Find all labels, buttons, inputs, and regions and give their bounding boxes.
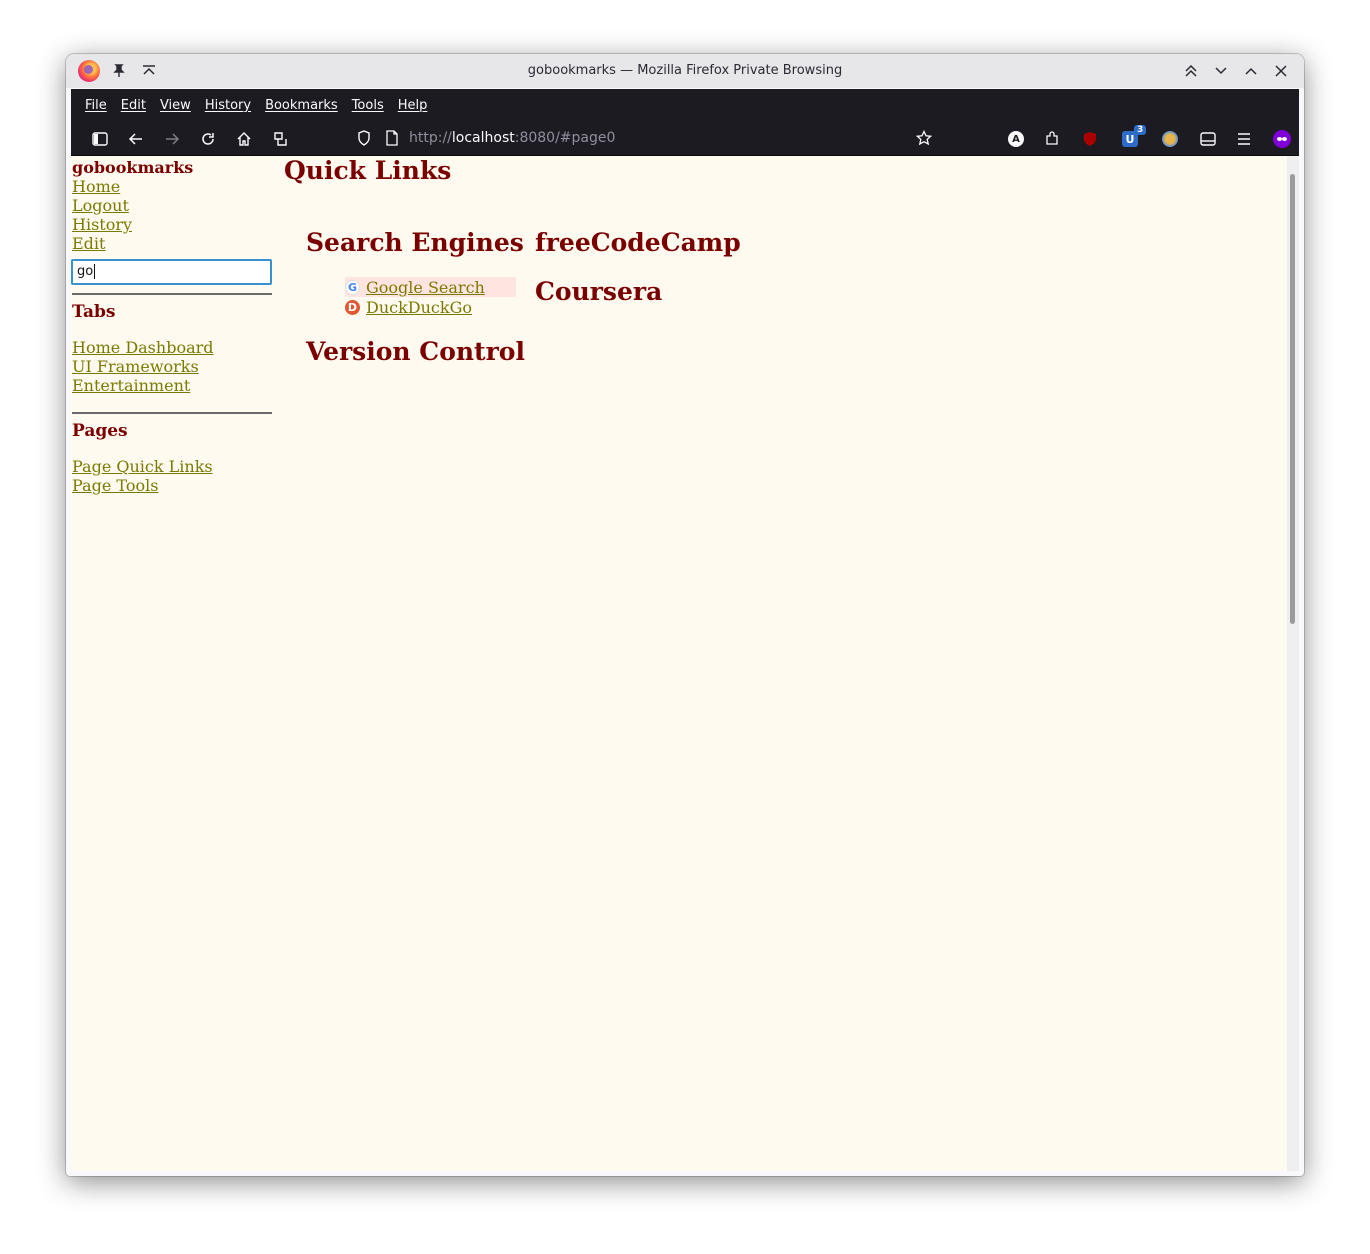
url-bar[interactable]: http://localhost:8080/#page0 <box>351 124 941 153</box>
bookmark-link-google-search[interactable]: Google Search <box>366 278 485 297</box>
menu-file[interactable]: File <box>78 98 114 113</box>
tab-link-entertainment[interactable]: Entertainment <box>72 376 190 395</box>
minimize-icon[interactable] <box>1210 60 1232 82</box>
reader-view-icon[interactable] <box>1195 126 1221 152</box>
pages-heading: Pages <box>72 421 128 441</box>
google-icon: G <box>345 279 360 295</box>
browser-window: gobookmarks — Mozilla Firefox Private Br… <box>66 54 1304 1176</box>
tab-link-ui-frameworks[interactable]: UI Frameworks <box>72 357 199 376</box>
nav-link-history[interactable]: History <box>72 215 132 234</box>
menu-bar: File Edit View History Bookmarks Tools H… <box>71 89 1299 121</box>
home-icon[interactable] <box>231 126 257 152</box>
sidebar-divider <box>72 293 272 295</box>
scrollbar-thumb[interactable] <box>1290 174 1295 624</box>
forward-icon[interactable] <box>159 126 185 152</box>
menu-bookmarks[interactable]: Bookmarks <box>258 98 345 113</box>
site-brand: gobookmarks <box>72 158 194 177</box>
search-input-value: go <box>77 264 94 279</box>
private-browsing-mask-icon <box>1269 126 1295 152</box>
nav-link-edit[interactable]: Edit <box>72 234 105 253</box>
screenshot-icon[interactable] <box>267 126 293 152</box>
menu-view[interactable]: View <box>153 98 198 113</box>
duckduckgo-icon: D <box>345 299 360 315</box>
ublock-origin-icon[interactable] <box>1077 126 1103 152</box>
text-caret <box>94 264 96 279</box>
maximize-icon[interactable] <box>1240 60 1262 82</box>
window-title: gobookmarks — Mozilla Firefox Private Br… <box>527 63 843 78</box>
page-content: gobookmarks Home Logout History Edit go … <box>71 156 1287 1171</box>
nav-link-home[interactable]: Home <box>72 177 120 196</box>
bitwarden-extension-icon[interactable]: U 3 <box>1117 125 1147 152</box>
category-title-freecodecamp: freeCodeCamp <box>535 228 741 257</box>
globe-extension-icon[interactable] <box>1157 126 1183 152</box>
navigation-toolbar: http://localhost:8080/#page0 A U 3 <box>71 121 1299 156</box>
title-bar: gobookmarks — Mozilla Firefox Private Br… <box>66 54 1304 88</box>
bookmark-link-duckduckgo[interactable]: DuckDuckGo <box>366 298 472 317</box>
page-link-tools[interactable]: Page Tools <box>72 476 158 495</box>
url-text[interactable]: http://localhost:8080/#page0 <box>409 130 615 146</box>
search-input[interactable]: go <box>71 259 272 285</box>
url-host: localhost <box>451 130 515 146</box>
hamburger-menu-icon[interactable] <box>1231 126 1257 152</box>
bookmark-item[interactable]: G Google Search <box>345 277 516 297</box>
nav-link-logout[interactable]: Logout <box>72 196 129 215</box>
page-info-icon[interactable] <box>379 125 405 151</box>
tabs-heading: Tabs <box>72 302 116 322</box>
account-extension-icon[interactable]: A <box>1003 126 1029 152</box>
bookmark-item[interactable]: D DuckDuckGo <box>345 297 516 317</box>
vertical-scrollbar[interactable] <box>1287 156 1299 1171</box>
tracking-protection-shield-icon[interactable] <box>351 125 377 151</box>
close-icon[interactable] <box>1270 60 1292 82</box>
sidebar-toggle-icon[interactable] <box>87 126 113 152</box>
sidebar-divider <box>72 412 272 414</box>
menu-edit[interactable]: Edit <box>114 98 153 113</box>
extensions-puzzle-icon[interactable] <box>1039 126 1065 152</box>
menu-tools[interactable]: Tools <box>345 98 391 113</box>
category-title-search-engines: Search Engines <box>306 228 524 257</box>
tab-link-home-dashboard[interactable]: Home Dashboard <box>72 338 214 357</box>
menu-history[interactable]: History <box>198 98 258 113</box>
menu-help[interactable]: Help <box>391 98 435 113</box>
extension-badge-count: 3 <box>1134 125 1147 135</box>
page-link-quick-links[interactable]: Page Quick Links <box>72 457 213 476</box>
url-scheme: http:// <box>409 130 452 146</box>
url-path: :8080/#page0 <box>514 130 616 146</box>
bookmark-star-icon[interactable] <box>911 125 937 151</box>
category-title-version-control: Version Control <box>306 337 525 366</box>
category-title-coursera: Coursera <box>535 277 663 306</box>
reload-icon[interactable] <box>195 126 221 152</box>
shade-icon[interactable] <box>1180 60 1202 82</box>
back-icon[interactable] <box>123 126 149 152</box>
page-title: Quick Links <box>284 156 452 185</box>
